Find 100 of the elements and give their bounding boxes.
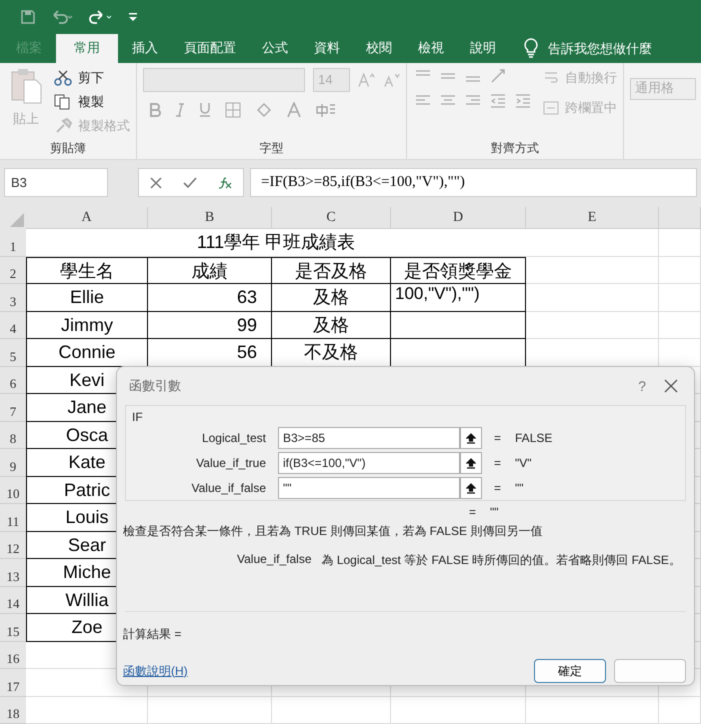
table-cell: 及格: [272, 312, 391, 339]
argument-description: 為 Logical_test 等於 FALSE 時所傳回的值。若省略則傳回 FALSE。: [322, 552, 681, 569]
column-header[interactable]: A: [26, 207, 148, 229]
lightbulb-icon: [524, 38, 538, 58]
ribbon-tab[interactable]: 頁面配置: [172, 34, 248, 63]
column-heading: 成績: [148, 256, 272, 284]
ribbon-tab[interactable]: 常用: [56, 34, 118, 63]
equals-sign: =: [494, 431, 502, 445]
row-header[interactable]: 15: [0, 614, 26, 642]
row-header[interactable]: 16: [0, 642, 26, 669]
save-icon[interactable]: [20, 8, 36, 25]
column-header[interactable]: D: [391, 207, 526, 229]
argument-field[interactable]: if(B3<=100,"V"): [278, 452, 460, 474]
table-cell: 100,"V"),""): [391, 284, 526, 312]
increase-indent-icon[interactable]: [515, 94, 531, 108]
ribbon-tab[interactable]: 校閱: [354, 34, 404, 63]
argument-name: Value_if_false: [237, 552, 312, 568]
dialog-button[interactable]: [614, 659, 686, 683]
table-cell: [659, 312, 701, 339]
underline-icon[interactable]: [199, 102, 211, 118]
shrink-font-icon[interactable]: [382, 72, 400, 88]
column-header[interactable]: [659, 207, 701, 229]
collapse-dialog-button[interactable]: [460, 477, 482, 499]
table-cell: Jimmy: [26, 312, 148, 339]
merge-cells-icon: [543, 100, 559, 116]
row-header[interactable]: 7: [0, 394, 26, 422]
row-header[interactable]: 17: [0, 669, 26, 696]
row-header[interactable]: 10: [0, 476, 26, 504]
copy-button[interactable]: 複製: [54, 92, 130, 112]
ribbon-tab[interactable]: 資料: [302, 34, 352, 63]
column-heading: 是否及格: [272, 256, 391, 284]
bold-icon[interactable]: [149, 102, 161, 117]
row-header[interactable]: 14: [0, 586, 26, 614]
phonetic-icon[interactable]: [315, 102, 337, 118]
cancel-icon[interactable]: [150, 176, 162, 188]
row-header[interactable]: 6: [0, 366, 26, 394]
table-cell: [659, 696, 701, 724]
italic-icon[interactable]: [175, 102, 185, 117]
name-box[interactable]: B3: [4, 168, 108, 197]
ribbon-tab[interactable]: 檢視: [406, 34, 456, 63]
borders-icon[interactable]: [225, 102, 241, 118]
tell-me-search[interactable]: 告訴我您想做什麼: [548, 34, 652, 63]
enter-check-icon[interactable]: [182, 176, 197, 188]
table-cell: Ellie: [26, 284, 148, 312]
row-header[interactable]: 4: [0, 312, 26, 339]
function-help-link[interactable]: 函數說明(H): [123, 662, 188, 680]
ribbon-tab[interactable]: 插入: [120, 34, 170, 63]
scissors-icon: [54, 70, 72, 86]
formula-field[interactable]: =IF(B3>=85,if(B3<=100,"V"),""): [250, 168, 697, 197]
formula-result: "": [490, 505, 499, 519]
row-header[interactable]: 3: [0, 284, 26, 312]
fill-bucket-icon[interactable]: [255, 102, 273, 118]
collapse-dialog-button[interactable]: [460, 427, 482, 449]
copy-icon: [54, 94, 72, 110]
clipboard-icon: [10, 68, 42, 106]
upload-arrow-icon: [466, 458, 476, 468]
font-name-field[interactable]: [143, 68, 306, 92]
equals-sign: =: [469, 505, 476, 519]
font-color-icon[interactable]: [287, 102, 301, 118]
argument-field[interactable]: "": [278, 477, 460, 499]
upload-arrow-icon: [466, 482, 476, 494]
ribbon-tab[interactable]: 公式: [250, 34, 300, 63]
row-header[interactable]: 5: [0, 339, 26, 366]
collapse-dialog-button[interactable]: [460, 452, 482, 474]
decrease-indent-icon[interactable]: [490, 94, 506, 108]
table-cell: 63: [148, 284, 272, 312]
redo-icon[interactable]: [88, 8, 114, 25]
paintbrush-icon: [54, 118, 72, 134]
row-header[interactable]: 13: [0, 559, 26, 586]
row-header[interactable]: 8: [0, 422, 26, 449]
cut-button[interactable]: 剪下: [54, 68, 130, 88]
row-header[interactable]: 2: [0, 256, 26, 284]
insert-function-icon[interactable]: [218, 176, 232, 188]
customize-toolbar-icon[interactable]: [128, 10, 138, 23]
upload-arrow-icon: [466, 432, 476, 444]
row-header[interactable]: 12: [0, 532, 26, 559]
row-header[interactable]: 11: [0, 504, 26, 532]
group-label: 對齊方式: [491, 140, 539, 156]
function-name: IF: [132, 410, 144, 424]
argument-field[interactable]: B3>=85: [278, 427, 460, 449]
table-cell: [659, 256, 701, 284]
argument-label: Value_if_false: [190, 481, 267, 495]
argument-label: Logical_test: [200, 431, 267, 445]
column-heading: 學生名: [26, 256, 148, 284]
ok-button[interactable]: 確定: [534, 659, 606, 683]
row-header[interactable]: 1: [0, 229, 26, 256]
row-header[interactable]: 18: [0, 696, 26, 724]
column-header[interactable]: C: [272, 207, 391, 229]
help-button[interactable]: ?: [638, 378, 646, 394]
equals-sign: =: [494, 456, 502, 470]
close-icon[interactable]: [664, 379, 678, 393]
ribbon-tab[interactable]: 說明: [458, 34, 508, 63]
column-header[interactable]: B: [148, 207, 272, 229]
table-cell: 99: [148, 312, 272, 339]
argument-result: "V": [515, 456, 532, 470]
select-all-icon[interactable]: [10, 213, 24, 227]
column-heading: 是否領獎學金: [391, 256, 526, 284]
row-header[interactable]: 9: [0, 449, 26, 476]
column-header[interactable]: E: [526, 207, 659, 229]
grow-font-icon[interactable]: [358, 72, 375, 88]
